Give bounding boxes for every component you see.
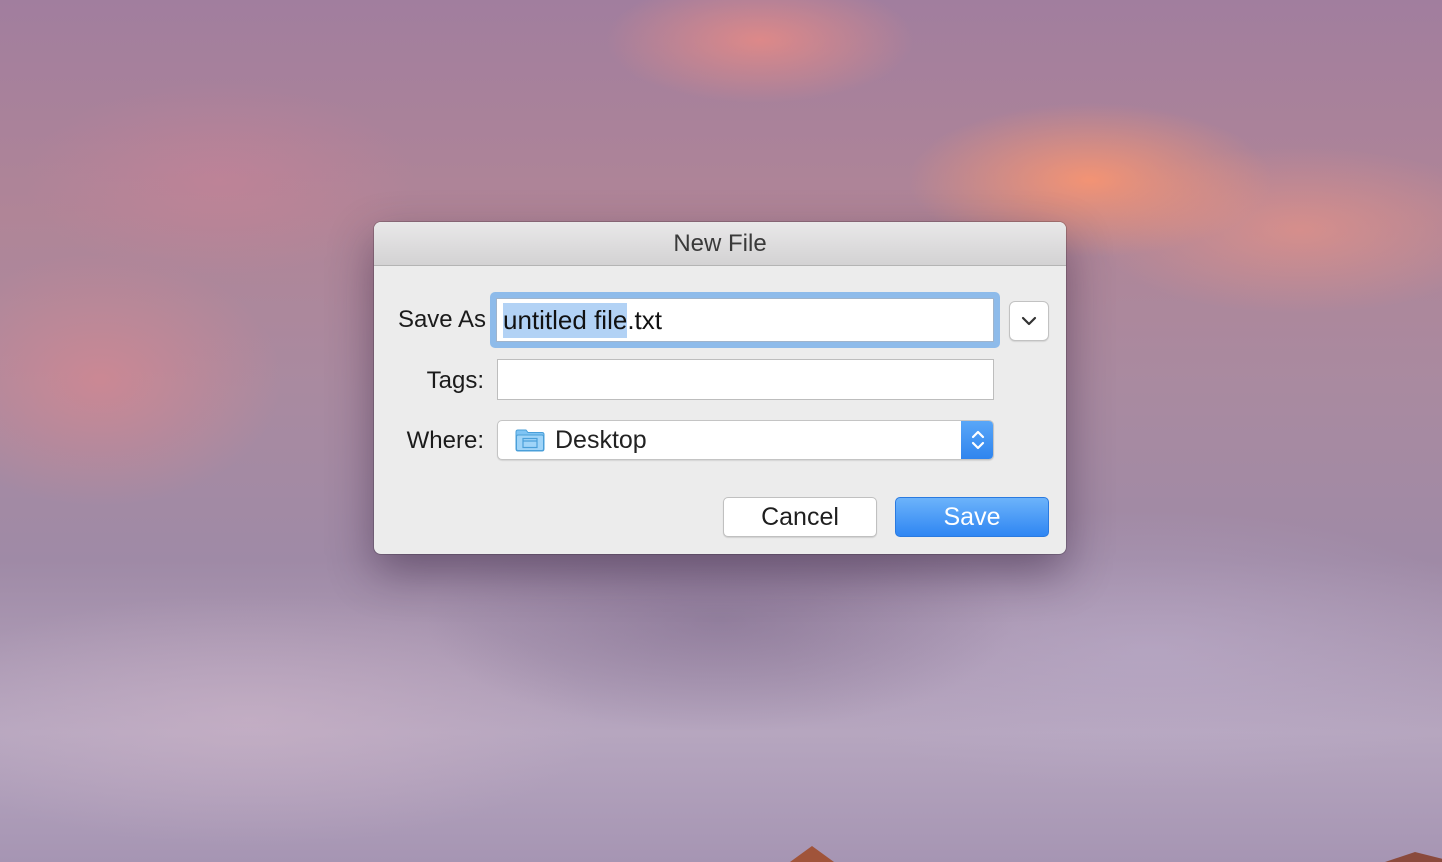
up-down-chevron-icon <box>971 430 984 450</box>
desktop-wallpaper: New File Save As untitled file .txt Tags:… <box>0 0 1442 862</box>
mountain-peak-right <box>1385 852 1442 862</box>
save-as-input[interactable]: untitled file .txt <box>496 298 994 342</box>
filename-extension-text: .txt <box>627 304 662 335</box>
expand-dialog-button[interactable] <box>1009 301 1049 341</box>
where-popup-value: Desktop <box>555 425 647 454</box>
where-label: Where: <box>406 427 484 454</box>
chevron-down-icon <box>1021 316 1037 326</box>
folder-icon <box>515 429 545 452</box>
dialog-title: New File <box>673 229 767 257</box>
save-as-field-focus-ring: untitled file .txt <box>490 292 1000 348</box>
save-dialog: New File Save As untitled file .txt Tags:… <box>374 222 1066 554</box>
filename-selected-text: untitled file <box>503 302 628 338</box>
tags-input[interactable] <box>497 359 994 400</box>
mountain-peak <box>790 846 834 862</box>
save-button[interactable]: Save <box>895 497 1049 537</box>
where-popup-stepper[interactable] <box>961 421 993 459</box>
cancel-button[interactable]: Cancel <box>723 497 877 537</box>
tags-label: Tags: <box>426 367 484 394</box>
save-as-label: Save As <box>397 306 486 333</box>
dialog-titlebar[interactable]: New File <box>374 222 1066 266</box>
where-popup[interactable]: Desktop <box>497 420 994 460</box>
